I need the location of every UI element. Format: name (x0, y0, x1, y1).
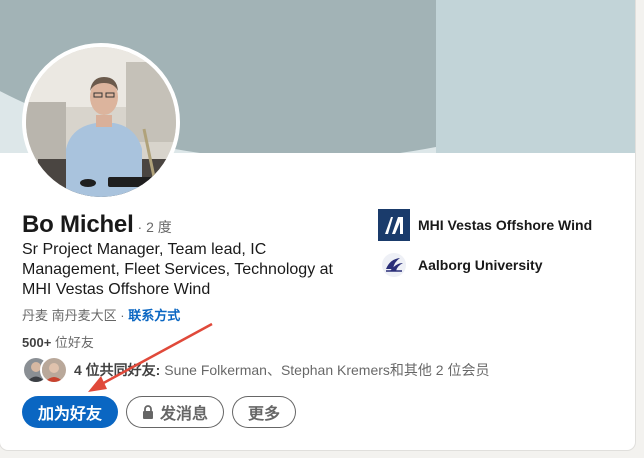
message-label: 发消息 (159, 406, 208, 423)
org-education[interactable]: Aalborg University (378, 248, 592, 282)
profile-actions: 加为好友 发消息 更多 (22, 396, 296, 428)
connections-number: 500+ (22, 335, 52, 350)
profile-headline: Sr Project Manager, Team lead, IC Manage… (22, 241, 333, 298)
org-current-company[interactable]: MHI Vestas Offshore Wind (378, 208, 592, 242)
organizations: MHI Vestas Offshore Wind Aalborg Univers… (378, 208, 592, 288)
profile-name: Bo Michel (22, 211, 134, 238)
mutual-names: Sune Folkerman、Stephan Kremers和其他 2 位会员 (160, 362, 490, 378)
more-button[interactable]: 更多 (232, 396, 296, 428)
mutual-connections[interactable]: 4 位共同好友: Sune Folkerman、Stephan Kremers和… (22, 356, 489, 384)
location-row: 丹麦 南丹麦大区 · 联系方式 (22, 305, 180, 324)
mhi-vestas-logo (378, 209, 410, 241)
name-row: Bo Michel · 2 度 (22, 211, 172, 239)
connect-button[interactable]: 加为好友 (22, 396, 118, 428)
org-name: MHI Vestas Offshore Wind (418, 217, 593, 233)
mutual-count: 4 位共同好友: (74, 362, 161, 378)
contact-info-link[interactable]: 联系方式 (128, 308, 180, 323)
aalborg-university-logo (378, 249, 410, 281)
connection-degree: · 2 度 (137, 219, 172, 235)
lock-icon (142, 405, 153, 419)
profile-location: 丹麦 南丹麦大区 (22, 308, 117, 323)
message-button[interactable]: 发消息 (126, 396, 224, 428)
mutual-connections-text: 4 位共同好友: Sune Folkerman、Stephan Kremers和… (74, 360, 489, 380)
org-name: Aalborg University (418, 257, 543, 273)
mutual-avatar (40, 356, 68, 384)
separator-dot: · (116, 308, 129, 323)
connections-label: 位好友 (51, 335, 94, 350)
mutual-avatars (22, 356, 70, 384)
connections-count[interactable]: 500+ 位好友 (22, 332, 94, 351)
profile-card: Bo Michel · 2 度 Sr Project Manager, Team… (0, 0, 635, 450)
profile-photo[interactable] (22, 43, 180, 201)
